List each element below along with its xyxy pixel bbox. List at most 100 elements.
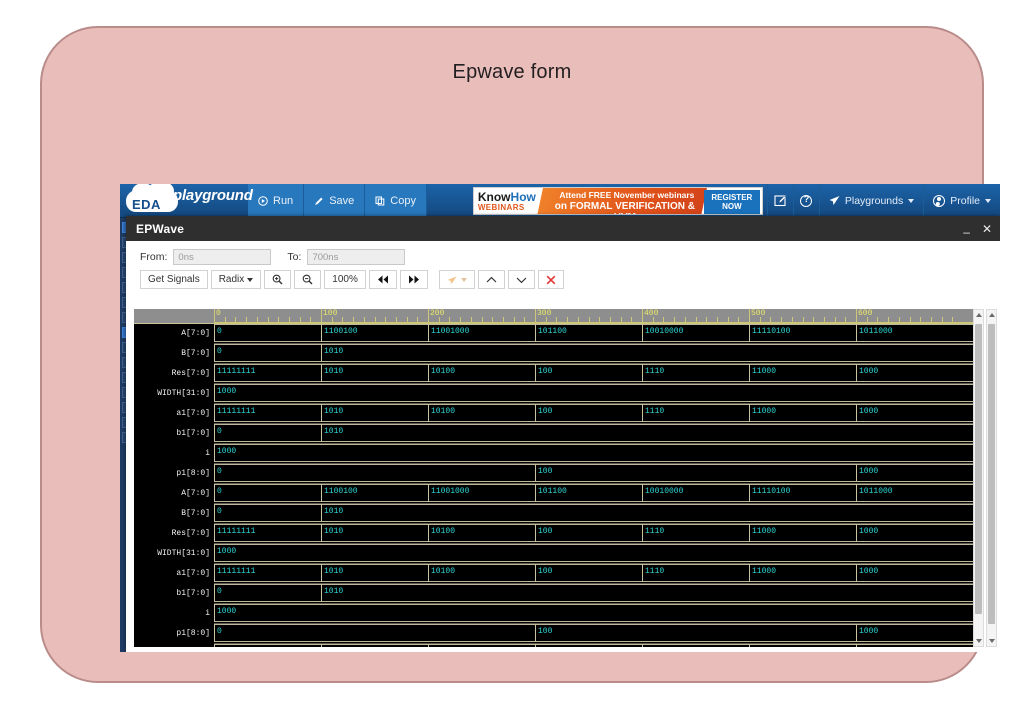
next-marker-button[interactable]: [507, 270, 535, 289]
signal-value: 1010: [324, 367, 344, 376]
segment-top-edge: [857, 404, 984, 405]
waveform-segment: 10100: [428, 564, 535, 582]
waveform-row[interactable]: 11111111 1010 10100 100 1110 11000 1000: [214, 564, 984, 584]
waveform-row[interactable]: 1000: [214, 604, 984, 624]
waveform-segment: 101100: [535, 644, 642, 647]
waveform-segment: 0: [214, 324, 321, 342]
signal-name[interactable]: WIDTH[31:0]: [134, 544, 214, 564]
scroll-down-arrow-icon[interactable]: [989, 639, 995, 643]
scroll-down-arrow-icon[interactable]: [976, 639, 982, 643]
waveform-segment: 100: [535, 404, 642, 422]
scrollbar-thumb[interactable]: [975, 324, 982, 614]
playgrounds-menu[interactable]: Playgrounds: [818, 184, 923, 218]
signal-name[interactable]: b1[7:0]: [134, 424, 214, 444]
waveform-row[interactable]: 0 1010: [214, 344, 984, 364]
register-now-button[interactable]: REGISTER NOW: [703, 189, 760, 214]
save-label: Save: [329, 194, 355, 207]
signal-name[interactable]: Res[7:0]: [134, 364, 214, 384]
waveform-row[interactable]: 0 100 1000: [214, 464, 984, 484]
from-input[interactable]: [173, 249, 272, 265]
signal-name[interactable]: A[7:0]: [134, 324, 214, 344]
signal-name[interactable]: p1[8:0]: [134, 464, 214, 484]
waveform-segment: 11000: [749, 564, 856, 582]
rewind-button[interactable]: [368, 270, 397, 289]
zoom-in-button[interactable]: [264, 270, 292, 289]
ruler-minor-tick: [674, 317, 676, 322]
waveform-row[interactable]: 0 100 1000: [214, 624, 984, 644]
segment-bottom-edge: [857, 581, 984, 582]
waveform-viewport[interactable]: A[7:0] B[7:0] Res[7:0] WIDTH[31:0] a1[7:0] b1…: [134, 309, 984, 647]
delete-marker-button[interactable]: [537, 270, 564, 289]
help-button[interactable]: [792, 184, 819, 218]
segment-bottom-edge: [215, 441, 321, 442]
waveform-row[interactable]: 11111111 1010 10100 100 1110 11000 1000: [214, 524, 984, 544]
waveform-row[interactable]: 0 1010: [214, 504, 984, 524]
waveform-row[interactable]: 1000: [214, 384, 984, 404]
signal-name[interactable]: WIDTH[31:0]: [134, 384, 214, 404]
close-button[interactable]: ✕: [982, 223, 992, 235]
signal-name[interactable]: i: [134, 444, 214, 464]
marker-button[interactable]: [438, 270, 475, 289]
signal-value: 1000: [859, 367, 879, 376]
ruler-minor-tick: [716, 317, 718, 322]
brand-logo[interactable]: EDA playground: [120, 184, 253, 218]
get-signals-button[interactable]: Get Signals: [140, 270, 208, 289]
copy-button[interactable]: Copy: [365, 184, 427, 218]
waveform-row[interactable]: 1000: [214, 544, 984, 564]
segment-bottom-edge: [857, 541, 984, 542]
segment-top-edge: [750, 484, 856, 485]
waveform-row[interactable]: 0110010011001000101100100100001111010010…: [214, 644, 984, 647]
waveform-segment: 0: [214, 644, 321, 647]
signal-name[interactable]: B[7:0]: [134, 504, 214, 524]
segment-bottom-edge: [857, 481, 984, 482]
waveform-row[interactable]: 11111111 1010 10100 100 1110 11000 1000: [214, 364, 984, 384]
register-line-2: NOW: [722, 201, 742, 211]
segment-bottom-edge: [215, 401, 984, 402]
get-signals-label: Get Signals: [148, 274, 200, 285]
waveform-row[interactable]: 0110010011001000101100100100001111010010…: [214, 324, 984, 344]
panel-vertical-scrollbar[interactable]: [986, 309, 997, 647]
ruler-minor-tick: [706, 317, 708, 322]
scroll-up-arrow-icon[interactable]: [989, 313, 995, 317]
waveform-row[interactable]: 0 1010: [214, 424, 984, 444]
scroll-up-arrow-icon[interactable]: [976, 313, 982, 317]
signal-name[interactable]: b1[7:0]: [134, 584, 214, 604]
waveform-segment: 10010000: [642, 644, 749, 647]
signal-name[interactable]: A[7:0]: [134, 644, 214, 647]
zoom-level-display[interactable]: 100%: [324, 270, 366, 289]
time-ruler[interactable]: 0 100 200 300 400 500 600: [214, 309, 984, 324]
minimize-button[interactable]: –: [963, 226, 970, 238]
to-input[interactable]: [307, 249, 406, 265]
waveform-row[interactable]: 0110010011001000101100100100001111010010…: [214, 484, 984, 504]
signal-value: 100: [538, 367, 553, 376]
waveform-vertical-scrollbar[interactable]: [973, 309, 984, 647]
signal-name[interactable]: p1[8:0]: [134, 624, 214, 644]
fast-forward-button[interactable]: [399, 270, 428, 289]
signal-name[interactable]: B[7:0]: [134, 344, 214, 364]
signal-value: 11001000: [431, 487, 470, 496]
compose-button[interactable]: [766, 184, 793, 218]
prev-marker-button[interactable]: [477, 270, 505, 289]
signal-name[interactable]: A[7:0]: [134, 484, 214, 504]
save-button[interactable]: Save: [304, 184, 366, 218]
signal-name[interactable]: a1[7:0]: [134, 564, 214, 584]
signal-name[interactable]: i: [134, 604, 214, 624]
waveform-segment: 0: [214, 504, 321, 522]
run-button[interactable]: Run: [248, 184, 305, 218]
segment-bottom-edge: [215, 521, 321, 522]
signal-name[interactable]: a1[7:0]: [134, 404, 214, 424]
waveform-row[interactable]: 0 1010: [214, 584, 984, 604]
waveform-segment: 11110100: [749, 644, 856, 647]
waveform-tracks[interactable]: 0 100 200 300 400 500 600 0 1100100 11001000 1011…: [214, 309, 984, 647]
waveform-segment: 1010: [321, 524, 428, 542]
waveform-row[interactable]: 11111111 1010 10100 100 1110 11000 1000: [214, 404, 984, 424]
scrollbar-thumb[interactable]: [988, 324, 995, 624]
zoom-out-button[interactable]: [294, 270, 322, 289]
signal-name[interactable]: Res[7:0]: [134, 524, 214, 544]
waveform-row[interactable]: 1000: [214, 444, 984, 464]
advertisement-banner[interactable]: KnowHow WEBINARS Attend FREE November we…: [472, 186, 763, 215]
profile-menu[interactable]: Profile: [923, 184, 1000, 218]
signal-names-column: A[7:0] B[7:0] Res[7:0] WIDTH[31:0] a1[7:0] b1…: [134, 309, 214, 647]
signal-value: 11111111: [217, 367, 256, 376]
radix-dropdown[interactable]: Radix: [210, 270, 262, 289]
